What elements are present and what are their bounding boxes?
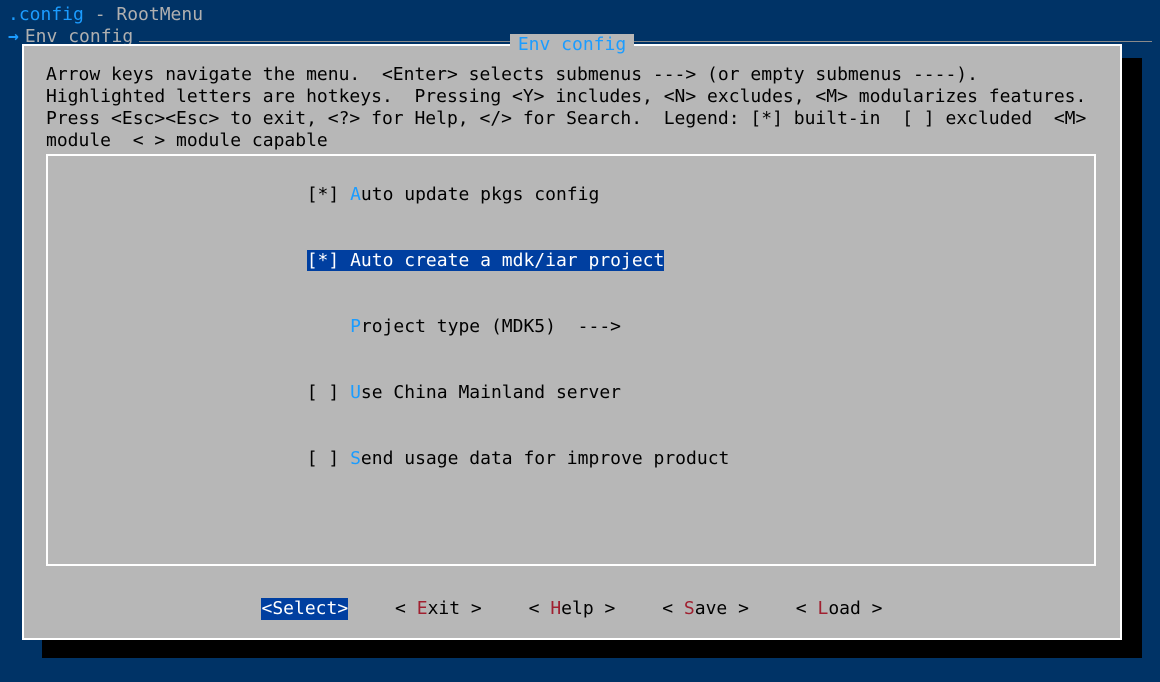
- select-button[interactable]: <Select>: [261, 598, 348, 620]
- menu-item-auto-create-project[interactable]: [*] Auto create a mdk/iar project: [54, 228, 1088, 294]
- button-row: <Select> < Exit > < Help > < Save > < Lo…: [24, 598, 1120, 620]
- root-menu-label: RootMenu: [116, 4, 203, 25]
- config-label: .config: [8, 4, 84, 25]
- menu-item-china-server[interactable]: [ ] Use China Mainland server: [54, 360, 1088, 426]
- menu-item-auto-update[interactable]: [*] Auto update pkgs config: [54, 162, 1088, 228]
- dialog-panel: Env config Arrow keys navigate the menu.…: [22, 44, 1122, 640]
- menu-item-send-usage[interactable]: [ ] Send usage data for improve product: [54, 426, 1088, 492]
- save-button[interactable]: < Save >: [662, 598, 749, 620]
- load-button[interactable]: < Load >: [796, 598, 883, 620]
- help-button[interactable]: < Help >: [529, 598, 616, 620]
- window-title: .config - RootMenu: [0, 0, 1160, 26]
- menu-item-project-type[interactable]: Project type (MDK5) --->: [54, 294, 1088, 360]
- instructions-text: Arrow keys navigate the menu. <Enter> se…: [24, 46, 1120, 158]
- panel-title-wrap: Env config: [24, 34, 1120, 56]
- app-root: .config - RootMenu → Env config Env conf…: [0, 0, 1160, 682]
- exit-button[interactable]: < Exit >: [395, 598, 482, 620]
- panel-title: Env config: [510, 34, 634, 55]
- menu-list: [*] Auto update pkgs config [*] Auto cre…: [46, 154, 1096, 566]
- arrow-icon: →: [8, 26, 19, 48]
